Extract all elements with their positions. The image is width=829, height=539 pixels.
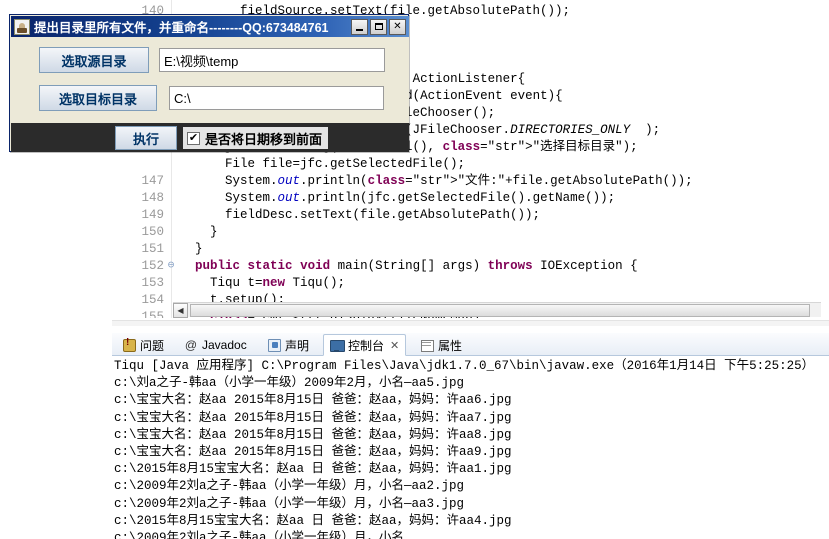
- console-output-line: c:\宝宝大名：赵aa 2015年8月15日 爸爸：赵aa，妈妈：许aa8.jp…: [114, 427, 512, 442]
- line-number: 154: [141, 293, 164, 307]
- move-date-front-checkbox[interactable]: ✔ 是否将日期移到前面: [183, 127, 329, 149]
- console-output-line: c:\宝宝大名：赵aa 2015年8月15日 爸爸：赵aa，妈妈：许aa6.jp…: [114, 393, 512, 408]
- console-tab-bar[interactable]: 问题 @ Javadoc 声明 控制台 ✕ 属性: [112, 333, 829, 356]
- code-text: Tiqu t=new Tiqu();: [180, 276, 346, 290]
- console-output-line: c:\2015年8月15宝宝大名：赵aa 日 爸爸：赵aa，妈妈：许aa4.jp…: [114, 513, 512, 528]
- line-number: 148: [141, 191, 164, 205]
- code-text: }: [180, 242, 203, 256]
- app-window: 139 System.out.println(jfc.getSelectedFi…: [0, 0, 829, 539]
- problems-icon: [122, 337, 136, 352]
- maximize-button[interactable]: [370, 18, 387, 35]
- code-text: File file=jfc.getSelectedFile();: [180, 157, 466, 171]
- console-tab-label: 属性: [438, 338, 463, 353]
- code-text: public static void main(String[] args) t…: [195, 259, 638, 273]
- code-text: fieldDesc.setText(file.getAbsolutePath()…: [180, 208, 541, 222]
- scrollbar-thumb[interactable]: [190, 304, 810, 317]
- execute-button[interactable]: 执行: [115, 126, 177, 150]
- code-line: 147 System.out.println(class="str">"文件:"…: [0, 173, 829, 190]
- console-tab-2[interactable]: 声明: [261, 334, 315, 356]
- checkbox-label: 是否将日期移到前面: [205, 131, 323, 147]
- editor-horizontal-scrollbar[interactable]: ◀: [173, 302, 821, 318]
- console-output-line: c:\刘a之子-韩aa（小学一年级）2009年2月，小名—aa5.jpg: [114, 376, 465, 391]
- target-dir-input[interactable]: C:\: [169, 86, 384, 110]
- tab-close-icon[interactable]: ✕: [390, 339, 399, 352]
- console-launch-header: Tiqu [Java 应用程序] C:\Program Files\Java\j…: [114, 359, 815, 373]
- source-row: 选取源目录 E:\视频\temp: [39, 47, 385, 73]
- dialog-body: 选取源目录 E:\视频\temp 选取目标目录 C:\: [11, 37, 409, 123]
- line-number: 155: [141, 310, 164, 318]
- code-line: 151 }: [0, 241, 829, 258]
- properties-icon: [420, 338, 434, 352]
- line-number: 149: [141, 208, 164, 222]
- dialog-title-text: 提出目录里所有文件，并重命名--------QQ:673484761: [34, 21, 329, 35]
- select-source-dir-button[interactable]: 选取源目录: [39, 47, 149, 73]
- code-line: 153 Tiqu t=new Tiqu();: [0, 275, 829, 292]
- console-icon: [330, 338, 345, 352]
- line-number: 150: [141, 225, 164, 239]
- line-number: 153: [141, 276, 164, 290]
- target-row: 选取目标目录 C:\: [39, 85, 384, 111]
- line-number: 152: [141, 259, 164, 273]
- scroll-left-arrow-icon[interactable]: ◀: [173, 303, 188, 318]
- maximize-icon: [374, 23, 383, 30]
- console-output-line: c:\2009年2刘a之子-韩aa（小学一年级）月，小名: [114, 530, 405, 539]
- select-target-dir-button[interactable]: 选取目标目录: [39, 85, 157, 111]
- close-icon: ✕: [393, 20, 402, 32]
- code-text: }: [180, 225, 218, 239]
- code-line: 150 }: [0, 224, 829, 241]
- line-number: 151: [141, 242, 164, 256]
- console-output-line: c:\宝宝大名：赵aa 2015年8月15日 爸爸：赵aa，妈妈：许aa7.jp…: [114, 410, 512, 425]
- javadoc-icon: @: [184, 338, 198, 352]
- console-output[interactable]: Tiqu [Java 应用程序] C:\Program Files\Java\j…: [112, 356, 829, 539]
- dialog-title-bar[interactable]: 提出目录里所有文件，并重命名--------QQ:673484761 ✕: [11, 16, 409, 37]
- code-line: 152 ⊖ public static void main(String[] ar…: [0, 258, 829, 275]
- console-output-line: c:\2009年2刘a之子-韩aa（小学一年级）月，小名—aa2.jpg: [114, 479, 465, 494]
- console-output-line: c:\2015年8月15宝宝大名：赵aa 日 爸爸：赵aa，妈妈：许aa1.jp…: [114, 462, 512, 477]
- dialog-footer: 执行 ✔ 是否将日期移到前面: [11, 123, 409, 152]
- console-output-line: c:\2009年2刘a之子-韩aa（小学一年级）月，小名—aa3.jpg: [114, 496, 465, 511]
- window-button-group[interactable]: ✕: [351, 18, 406, 35]
- checkbox-check-icon[interactable]: ✔: [187, 131, 200, 145]
- minimize-icon: [356, 28, 363, 31]
- minimize-button[interactable]: [351, 18, 368, 35]
- console-tab-0[interactable]: 问题: [116, 334, 170, 356]
- swing-dialog[interactable]: 提出目录里所有文件，并重命名--------QQ:673484761 ✕ 选取源…: [9, 14, 409, 152]
- console-tab-1[interactable]: @ Javadoc: [178, 334, 253, 356]
- line-number: 147: [141, 174, 164, 188]
- console-output-line: c:\宝宝大名：赵aa 2015年8月15日 爸爸：赵aa，妈妈：许aa9.jp…: [114, 444, 512, 459]
- console-tab-label: 声明: [285, 338, 310, 353]
- fold-toggle-icon[interactable]: ⊖: [166, 258, 176, 275]
- declaration-icon: [267, 338, 281, 352]
- code-line: 148 System.out.println(jfc.getSelectedFi…: [0, 190, 829, 207]
- console-tab-label: Javadoc: [202, 338, 247, 352]
- coffee-cup-icon: [14, 18, 30, 35]
- code-text: System.out.println(class="str">"文件:"+fil…: [180, 174, 693, 188]
- console-tab-label: 控制台: [348, 338, 385, 353]
- code-line: File file=jfc.getSelectedFile();: [0, 156, 829, 173]
- console-tab-3[interactable]: 控制台 ✕: [323, 334, 407, 356]
- console-panel: 问题 @ Javadoc 声明 控制台 ✕ 属性 Tiqu [Java 应用程序] C:\P…: [112, 333, 829, 539]
- code-text: System.out.println(jfc.getSelectedFile()…: [180, 191, 616, 205]
- panel-divider[interactable]: [112, 320, 829, 326]
- close-button[interactable]: ✕: [389, 18, 406, 35]
- console-tab-4[interactable]: 属性: [414, 334, 468, 356]
- source-dir-input[interactable]: E:\视频\temp: [159, 48, 385, 72]
- code-line: 149 fieldDesc.setText(file.getAbsolutePa…: [0, 207, 829, 224]
- console-tab-label: 问题: [140, 338, 165, 353]
